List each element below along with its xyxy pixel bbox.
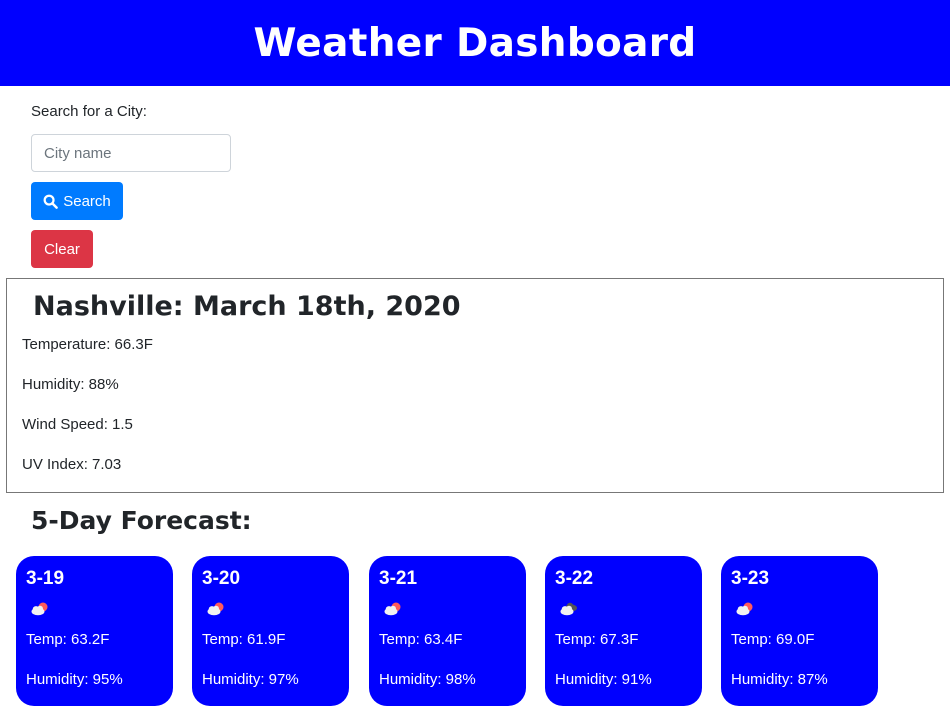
forecast-card: 3-21 Temp: 63.4F Humidity: 98% (369, 556, 526, 706)
current-weather-panel: Nashville: March 18th, 2020 Temperature:… (6, 278, 944, 493)
forecast-humidity: Humidity: 95% (26, 671, 123, 688)
cloudy-day-icon (382, 600, 404, 618)
current-uv-index: UV Index: 7.03 (22, 456, 122, 473)
forecast-date: 3-20 (202, 568, 241, 589)
cloudy-day-icon (205, 600, 227, 618)
forecast-card: 3-23 Temp: 69.0F Humidity: 87% (721, 556, 878, 706)
clear-button-label: Clear (44, 240, 80, 258)
page-title: Weather Dashboard (253, 20, 697, 66)
forecast-card: 3-22 Temp: 67.3F Humidity: 91% (545, 556, 702, 706)
search-label: Search for a City: (31, 103, 147, 120)
forecast-humidity: Humidity: 91% (555, 671, 652, 688)
forecast-card: 3-20 Temp: 61.9F Humidity: 97% (192, 556, 349, 706)
forecast-temp: Temp: 69.0F (731, 631, 815, 648)
forecast-humidity: Humidity: 87% (731, 671, 828, 688)
forecast-date: 3-19 (26, 568, 65, 589)
forecast-date: 3-21 (379, 568, 418, 589)
forecast-temp: Temp: 61.9F (202, 631, 286, 648)
clear-button[interactable]: Clear (31, 230, 93, 268)
forecast-temp: Temp: 63.4F (379, 631, 463, 648)
search-button[interactable]: Search (31, 182, 123, 220)
forecast-humidity: Humidity: 97% (202, 671, 299, 688)
cloudy-day-icon (29, 600, 51, 618)
forecast-heading: 5-Day Forecast: (31, 506, 252, 535)
current-temperature: Temperature: 66.3F (22, 336, 153, 353)
current-city-date: Nashville: March 18th, 2020 (33, 291, 461, 322)
search-icon (43, 194, 59, 209)
current-wind-speed: Wind Speed: 1.5 (22, 416, 133, 433)
forecast-card: 3-19 Temp: 63.2F Humidity: 95% (16, 556, 173, 706)
cloudy-day-icon (734, 600, 756, 618)
app-header: Weather Dashboard (0, 0, 950, 86)
weather-dashboard-page: Weather Dashboard Search for a City: Sea… (0, 0, 950, 714)
forecast-temp: Temp: 63.2F (26, 631, 110, 648)
cloudy-night-icon (558, 600, 580, 618)
forecast-date: 3-23 (731, 568, 770, 589)
search-button-label: Search (63, 192, 111, 210)
city-search-input[interactable] (31, 134, 231, 172)
forecast-date: 3-22 (555, 568, 594, 589)
forecast-temp: Temp: 67.3F (555, 631, 639, 648)
current-humidity: Humidity: 88% (22, 376, 119, 393)
forecast-humidity: Humidity: 98% (379, 671, 476, 688)
